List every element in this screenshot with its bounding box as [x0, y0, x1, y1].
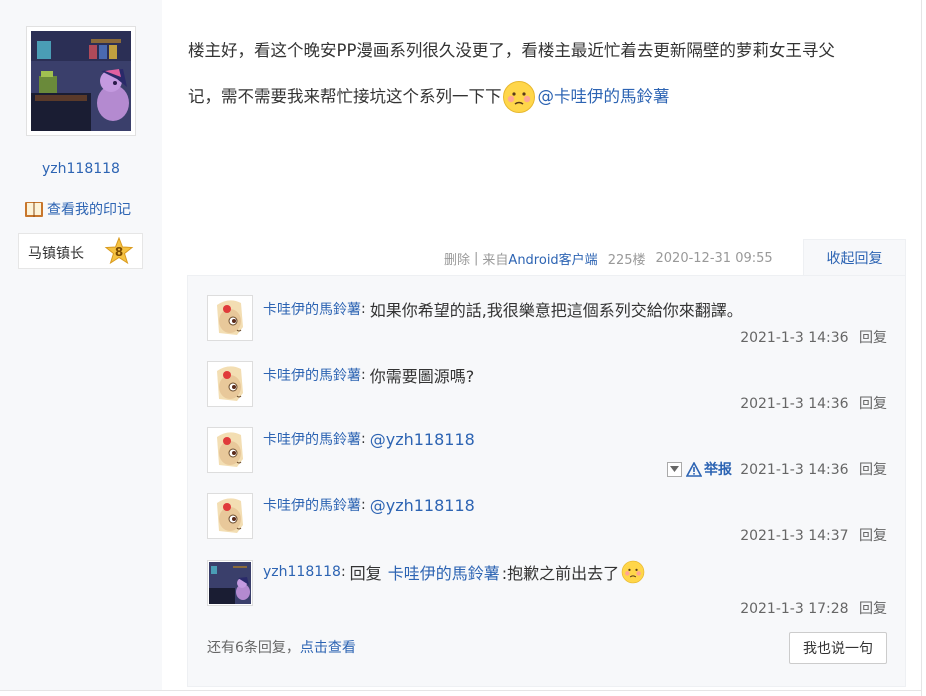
reply-meta: 2021-1-3 14:36 回复 [740, 459, 887, 479]
reply-author-link[interactable]: 卡哇伊的馬鈴薯 [263, 299, 361, 319]
author-sidebar: yzh118118 查看我的印记 马镇镇长 8 [0, 0, 162, 690]
from-prefix: 来自 [482, 252, 509, 268]
dropdown-toggle[interactable] [667, 461, 682, 477]
reply-button[interactable]: 回复 [859, 528, 887, 544]
shy-face-emoji-icon [621, 560, 645, 584]
reply-time: 2021-1-3 14:37 [740, 528, 849, 544]
reply-author-link[interactable]: 卡哇伊的馬鈴薯 [263, 429, 361, 449]
post-text-line2-row: 记，需不需要我来帮忙接坑这个系列一下下 @卡哇伊的馬鈴薯 [188, 74, 898, 120]
report-link[interactable]: 举报 [704, 459, 732, 479]
post-page: yzh118118 查看我的印记 马镇镇长 8 楼主好，看这个晚安PP漫画系列很… [0, 0, 926, 696]
reply-avatar[interactable] [207, 361, 253, 407]
avatar-image [31, 31, 131, 131]
author-username[interactable]: yzh118118 [0, 161, 162, 177]
post-text-line2: 记，需不需要我来帮忙接坑这个系列一下下 [188, 87, 502, 106]
imprint-link[interactable]: 查看我的印记 [24, 198, 131, 220]
reply-button[interactable]: 回复 [859, 330, 887, 346]
view-more-link[interactable]: 点击查看 [300, 640, 356, 656]
page-border [0, 690, 922, 691]
reply-target-link[interactable]: 卡哇伊的馬鈴薯 [388, 560, 500, 584]
reply-author-link[interactable]: 卡哇伊的馬鈴薯 [263, 495, 361, 515]
shy-face-emoji-icon [502, 81, 535, 113]
reply-content: yzh118118 : 回复 卡哇伊的馬鈴薯 :抱歉之前出去了 [263, 560, 645, 584]
reply-item: 卡哇伊的馬鈴薯 : @yzh118118 2021-1-3 14:37 回复 [207, 493, 887, 545]
reply-meta: 2021-1-3 17:28 回复 [740, 598, 887, 618]
reply-prefix: 回复 [349, 564, 382, 583]
floor-number: 225楼 [607, 252, 646, 268]
pony-avatar-image [209, 363, 251, 405]
reply-panel: 卡哇伊的馬鈴薯 : 如果你希望的話,我很樂意把這個系列交給你來翻譯。 2021-… [187, 275, 906, 687]
reply-colon: : [361, 301, 366, 317]
meta-separator: | [474, 250, 479, 266]
reply-button[interactable]: 回复 [859, 601, 887, 617]
reply-item: 卡哇伊的馬鈴薯 : @yzh118118 举报 2021-1-3 14:36 回… [207, 427, 887, 479]
avatar-image [209, 562, 251, 604]
reply-meta: 2021-1-3 14:36 回复 [740, 327, 887, 347]
reply-colon: : [361, 497, 366, 513]
reply-content: 卡哇伊的馬鈴薯 : 你需要圖源嗎? [263, 363, 474, 387]
imprint-label: 查看我的印记 [47, 202, 131, 218]
delete-link[interactable]: 删除 [444, 249, 470, 268]
reply-colon: : [361, 367, 366, 383]
reply-avatar[interactable] [207, 493, 253, 539]
reply-button[interactable]: 回复 [859, 396, 887, 412]
post-meta: 删除 | 来自 Android客户端 225楼 2020-12-31 09:55 [444, 248, 773, 268]
post-text-line1: 楼主好，看这个晚安PP漫画系列很久没更了，看楼主最近忙着去更新隔壁的萝莉女王寻父 [188, 41, 835, 60]
post-content: 楼主好，看这个晚安PP漫画系列很久没更了，看楼主最近忙着去更新隔壁的萝莉女王寻父… [188, 28, 898, 120]
reply-time: 2021-1-3 17:28 [740, 601, 849, 617]
reply-avatar[interactable] [207, 295, 253, 341]
reply-text: 如果你希望的話,我很樂意把這個系列交給你來翻譯。 [369, 301, 743, 320]
reply-meta: 2021-1-3 14:37 回复 [740, 525, 887, 545]
level-number: 8 [114, 245, 124, 259]
level-badge[interactable]: 马镇镇长 8 [18, 233, 143, 269]
say-something-button[interactable]: 我也说一句 [789, 632, 887, 664]
author-avatar[interactable] [26, 26, 136, 136]
reply-content: 卡哇伊的馬鈴薯 : 如果你希望的話,我很樂意把這個系列交給你來翻譯。 [263, 297, 743, 321]
caret-down-icon [670, 466, 679, 472]
reply-text: 你需要圖源嗎? [369, 367, 475, 386]
post-mention-link[interactable]: @卡哇伊的馬鈴薯 [538, 74, 670, 120]
reply-meta: 2021-1-3 14:36 回复 [740, 393, 887, 413]
reply-time: 2021-1-3 14:36 [740, 396, 849, 412]
reply-item: 卡哇伊的馬鈴薯 : 你需要圖源嗎? 2021-1-3 14:36 回复 [207, 361, 887, 413]
more-replies-text: 还有6条回复， [207, 640, 300, 656]
reply-time: 2021-1-3 14:36 [740, 330, 849, 346]
reply-mention-link[interactable]: @yzh118118 [370, 496, 475, 515]
reply-text: :抱歉之前出去了 [501, 564, 620, 583]
reply-content: 卡哇伊的馬鈴薯 : @yzh118118 [263, 495, 475, 515]
reply-content: 卡哇伊的馬鈴薯 : @yzh118118 [263, 429, 475, 449]
level-title: 马镇镇长 [28, 246, 84, 262]
pony-avatar-image [209, 297, 251, 339]
reply-author-link[interactable]: yzh118118 [263, 564, 341, 580]
pony-avatar-image [209, 495, 251, 537]
reply-author-link[interactable]: 卡哇伊的馬鈴薯 [263, 365, 361, 385]
reply-mention-link[interactable]: @yzh118118 [370, 430, 475, 449]
reply-button[interactable]: 回复 [859, 462, 887, 478]
client-link[interactable]: Android客户端 [508, 249, 597, 268]
pony-avatar-image [209, 429, 251, 471]
reply-item: yzh118118 : 回复 卡哇伊的馬鈴薯 :抱歉之前出去了 2021-1-3… [207, 560, 887, 620]
more-replies: 还有6条回复，点击查看 [207, 637, 356, 657]
warning-icon [686, 461, 702, 477]
book-icon [25, 202, 43, 217]
reply-item: 卡哇伊的馬鈴薯 : 如果你希望的話,我很樂意把這個系列交給你來翻譯。 2021-… [207, 295, 887, 347]
collapse-replies-button[interactable]: 收起回复 [803, 239, 906, 276]
post-datetime: 2020-12-31 09:55 [655, 250, 773, 266]
reply-colon: : [340, 564, 346, 580]
report-area: 举报 [667, 459, 732, 479]
reply-time: 2021-1-3 14:36 [740, 462, 849, 478]
page-border [921, 0, 922, 696]
reply-avatar[interactable] [207, 560, 253, 606]
reply-colon: : [361, 431, 366, 447]
reply-avatar[interactable] [207, 427, 253, 473]
